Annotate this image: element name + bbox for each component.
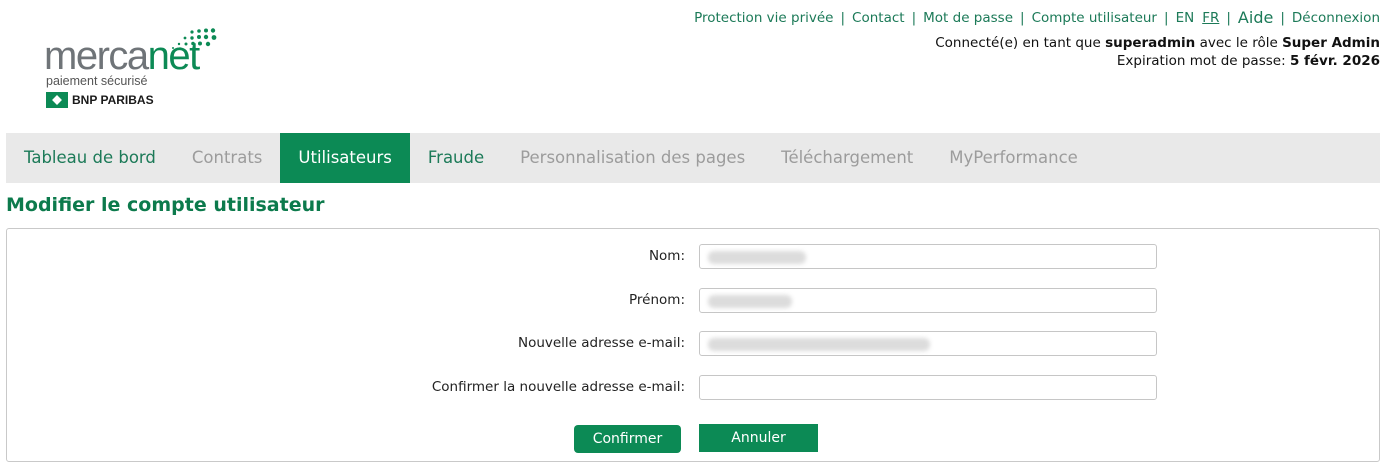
main-nav: Tableau de bord Contrats Utilisateurs Fr… [6,133,1380,183]
last-name-label: Nom: [648,248,685,264]
user-account-link[interactable]: Compte utilisateur [1032,10,1157,26]
bnp-stars-icon [46,92,68,108]
new-email-label: Nouvelle adresse e-mail: [517,335,685,351]
user-role: Super Admin [1282,35,1380,51]
new-email-input[interactable] [699,331,1157,356]
separator: | [1020,9,1025,26]
redacted-value [708,338,930,351]
tab-contracts[interactable]: Contrats [174,133,281,183]
first-name-input[interactable] [699,288,1157,313]
bank-brand: BNP PARIBAS [46,92,154,108]
separator: | [840,9,846,26]
tab-dashboard[interactable]: Tableau de bord [6,133,174,183]
separator: | [1164,9,1169,26]
confirm-email-row: Confirmer la nouvelle adresse e-mail: [7,375,1379,401]
tab-fraud[interactable]: Fraude [410,133,502,183]
tab-download[interactable]: Téléchargement [763,133,931,183]
contact-link[interactable]: Contact [852,10,905,26]
separator: | [1226,9,1231,26]
mercanet-logo: mercanet paiement sécurisé BNP PARIBAS [44,28,234,114]
session-info: Connecté(e) en tant que superadmin avec … [935,34,1380,70]
last-name-row: Nom: [7,244,1379,270]
last-name-input[interactable] [699,244,1157,269]
confirm-email-label: Confirmer la nouvelle adresse e-mail: [431,379,685,395]
page-title: Modifier le compte utilisateur [6,194,325,216]
cancel-button[interactable]: Annuler [699,424,818,452]
logged-in-line: Connecté(e) en tant que superadmin avec … [935,35,1380,51]
redacted-value [708,295,792,308]
first-name-row: Prénom: [7,288,1379,314]
password-expiry-date: 5 févr. 2026 [1289,53,1380,69]
confirm-email-input[interactable] [699,375,1157,400]
first-name-label: Prénom: [629,292,685,308]
username: superadmin [1105,35,1196,51]
confirm-button[interactable]: Confirmer [574,425,681,453]
new-email-row: Nouvelle adresse e-mail: [7,331,1379,357]
tab-users[interactable]: Utilisateurs [280,133,410,183]
edit-user-form: Nom: Prénom: Nouvelle adresse e-mail: Co… [6,228,1380,462]
lang-en-link[interactable]: EN [1176,10,1195,26]
privacy-link[interactable]: Protection vie privée [694,10,833,26]
logo-tagline: paiement sécurisé [46,74,148,88]
tab-page-customization[interactable]: Personnalisation des pages [502,133,763,183]
bank-name: BNP PARIBAS [72,93,154,107]
password-link[interactable]: Mot de passe [923,10,1013,26]
password-expiry-line: Expiration mot de passe: 5 févr. 2026 [1116,53,1380,69]
lang-fr-link[interactable]: FR [1202,10,1219,26]
redacted-value [708,251,806,264]
separator: | [911,9,917,26]
tab-myperformance[interactable]: MyPerformance [931,133,1096,183]
logout-link[interactable]: Déconnexion [1292,10,1380,26]
logo-wordmark: mercanet [44,34,200,78]
help-link[interactable]: Aide [1238,8,1273,27]
separator: | [1280,9,1285,26]
top-links: Protection vie privée | Contact | Mot de… [694,8,1380,27]
